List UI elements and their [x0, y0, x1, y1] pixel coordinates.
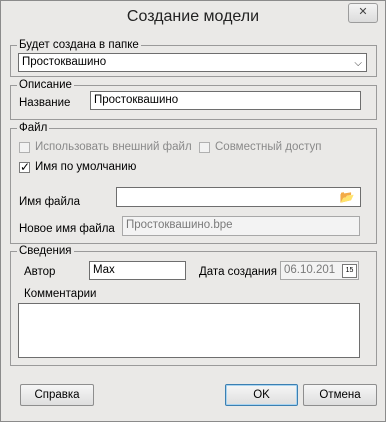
new-file-name-label: Новое имя файла [19, 223, 115, 235]
new-file-name-value: Простоквашино.bpe [126, 219, 233, 231]
file-name-label: Имя файла [19, 196, 80, 208]
file-group-label: Файл [17, 121, 50, 135]
name-input[interactable]: Простоквашино [90, 91, 361, 110]
folder-group-label: Будет создана в папке [17, 38, 141, 52]
name-input-value: Простоквашино [94, 94, 179, 106]
checkmark-icon: ✓ [20, 160, 31, 174]
create-model-dialog: Создание модели ✕ Будет создана в папке … [0, 0, 386, 422]
author-input[interactable]: Max [89, 261, 186, 280]
file-name-input[interactable] [116, 187, 361, 207]
description-group-label: Описание [17, 78, 74, 92]
comments-textarea[interactable] [18, 303, 360, 358]
folder-select-value: Простоквашино [22, 56, 107, 68]
info-group: Сведения Автор Max Дата создания 06.10.2… [10, 244, 377, 366]
close-button[interactable]: ✕ [348, 3, 378, 23]
default-name-checkbox[interactable]: ✓ [19, 160, 31, 174]
comments-label: Комментарии [24, 288, 97, 300]
cancel-button[interactable]: Отмена [303, 384, 377, 406]
help-button[interactable]: Справка [20, 384, 94, 406]
use-external-file-checkbox[interactable] [19, 142, 30, 153]
calendar-icon[interactable]: 15 [342, 264, 357, 278]
new-file-name-input[interactable]: Простоквашино.bpe [122, 216, 360, 236]
browse-folder-button[interactable]: 📂 [338, 189, 356, 205]
file-group: Файл Использовать внешний файл Совместны… [10, 121, 377, 244]
created-date-label: Дата создания [199, 266, 277, 278]
shared-access-checkbox[interactable] [199, 142, 210, 153]
author-label: Автор [24, 266, 56, 278]
calendar-icon-number: 15 [345, 267, 354, 274]
name-label: Название [19, 97, 71, 109]
description-group: Описание Название Простоквашино [10, 78, 377, 120]
folder-group: Будет создана в папке Простоквашино ⌵ [10, 38, 377, 77]
use-external-file-label: Использовать внешний файл [35, 141, 192, 153]
info-group-label: Сведения [17, 244, 74, 258]
title-bar: Создание модели ✕ [1, 1, 385, 33]
chevron-down-icon: ⌵ [354, 58, 362, 69]
ok-button[interactable]: OK [225, 384, 298, 406]
folder-open-icon: 📂 [339, 190, 355, 204]
author-value: Max [93, 264, 115, 276]
folder-select[interactable]: Простоквашино ⌵ [18, 53, 367, 72]
created-date-value: 06.10.201 [284, 264, 336, 276]
dialog-title: Создание модели [126, 8, 260, 25]
close-icon: ✕ [358, 6, 368, 18]
default-name-label: Имя по умолчанию [35, 161, 137, 173]
shared-access-label: Совместный доступ [215, 141, 322, 153]
